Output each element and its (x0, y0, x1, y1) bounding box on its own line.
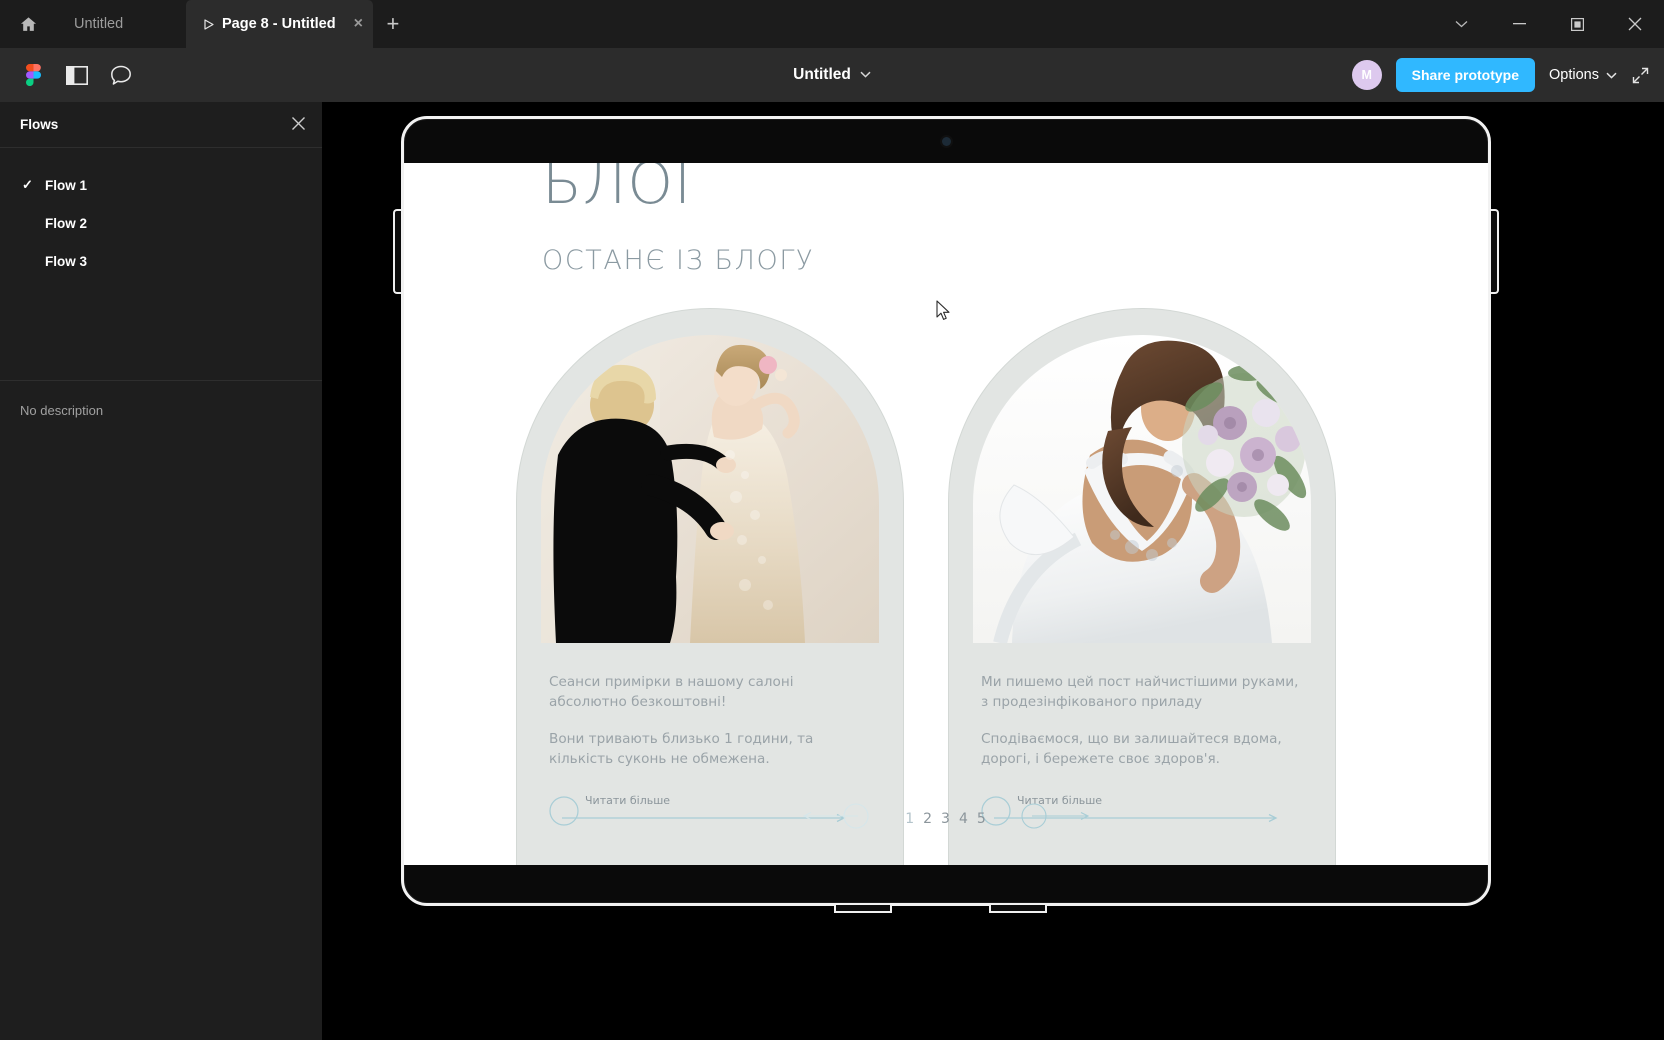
fullscreen-button[interactable] (1631, 66, 1650, 85)
chevron-down-icon (1455, 21, 1467, 28)
figma-logo-button[interactable] (14, 56, 52, 94)
flows-sidebar-header: Flows (0, 102, 322, 148)
comment-icon (111, 65, 131, 85)
prototype-canvas[interactable]: БЛОГ ОСТАНЄ ІЗ БЛОГУ Сеанси примірки в н… (323, 102, 1664, 1040)
document-title: Untitled (793, 66, 851, 83)
window-titlebar: Untitled Page 8 - Untitled × + (0, 0, 1664, 48)
blog-card-photo (541, 335, 879, 643)
fullscreen-icon (1632, 67, 1649, 83)
flows-list: ✓ Flow 1 Flow 2 Flow 3 (0, 148, 322, 381)
blog-card-paragraph: Ми пишемо цей пост найчистішими руками, … (981, 674, 1299, 710)
maximize-icon (1570, 17, 1584, 31)
blog-card[interactable]: Ми пишемо цей пост найчистішими руками, … (948, 308, 1336, 865)
camera-icon (941, 136, 951, 146)
window-minimize-button[interactable] (1490, 0, 1548, 48)
pagination-page[interactable]: 3 (941, 811, 951, 827)
page-subtitle: ОСТАНЄ ІЗ БЛОГУ (542, 245, 815, 276)
flow-description: No description (20, 403, 104, 418)
options-label: Options (1549, 67, 1599, 83)
device-button-left (393, 209, 401, 294)
window-more-button[interactable] (1432, 0, 1490, 48)
flow-item-label: Flow 2 (45, 215, 88, 231)
document-title-chevron-down-icon[interactable] (860, 70, 871, 81)
figma-logo-icon (25, 64, 41, 86)
play-icon (204, 18, 214, 30)
prototype-screen[interactable]: БЛОГ ОСТАНЄ ІЗ БЛОГУ Сеанси примірки в н… (404, 163, 1488, 865)
comment-button[interactable] (102, 56, 140, 94)
window-maximize-button[interactable] (1548, 0, 1606, 48)
blog-card-body: Ми пишемо цей пост найчистішими руками, … (973, 643, 1311, 828)
check-icon: ✓ (22, 177, 33, 192)
app-toolbar: Untitled M Share prototype Options (0, 48, 1664, 102)
blog-card-paragraph: Вони тривають близько 1 години, та кільк… (549, 731, 814, 768)
toolbar-left-group (0, 56, 140, 94)
flows-panel-close-button[interactable] (291, 116, 306, 134)
blog-card-paragraph: Сеанси примірки в нашому салоні абсолютн… (549, 674, 794, 710)
blog-card-body: Сеанси примірки в нашому салоні абсолютн… (541, 643, 879, 828)
device-speaker-right (989, 905, 1047, 913)
prev-arrow-icon (802, 803, 869, 829)
share-prototype-button[interactable]: Share prototype (1395, 58, 1536, 92)
next-arrow-icon (1021, 803, 1090, 829)
avatar[interactable]: M (1351, 60, 1382, 90)
device-button-right (1491, 209, 1499, 294)
window-controls (1432, 0, 1664, 48)
flows-panel-title: Flows (20, 117, 59, 132)
pagination-pages: 1 2 3 4 5 (905, 811, 987, 827)
blog-card[interactable]: Сеанси примірки в нашому салоні абсолютн… (516, 308, 904, 865)
window-close-button[interactable] (1606, 0, 1664, 48)
pagination-page[interactable]: 4 (959, 811, 969, 827)
flow-item-label: Flow 3 (45, 253, 88, 269)
minimize-icon (1512, 23, 1526, 25)
blog-card-photo (973, 335, 1311, 643)
pagination-prev-button[interactable] (801, 803, 871, 834)
home-icon (20, 16, 36, 31)
pagination-page[interactable]: 2 (923, 811, 933, 827)
layers-panel-icon (66, 65, 88, 85)
tab-page-8-untitled[interactable]: Page 8 - Untitled × (186, 0, 373, 48)
close-icon (1628, 17, 1642, 31)
tab-label: Untitled (74, 16, 124, 32)
pagination-page[interactable]: 5 (977, 811, 987, 827)
tablet-device-frame: БЛОГ ОСТАНЄ ІЗ БЛОГУ Сеанси примірки в н… (393, 116, 1499, 913)
flow-item-flow-2[interactable]: Flow 2 (0, 204, 322, 242)
bride-bouquet-photo (973, 335, 1311, 643)
flow-item-flow-3[interactable]: Flow 3 (0, 242, 322, 280)
tab-label: Page 8 - Untitled (222, 16, 336, 32)
blog-card-list: Сеанси примірки в нашому салоні абсолютн… (516, 308, 1376, 865)
toolbar-right-group: M Share prototype Options (1351, 58, 1650, 92)
flow-item-flow-1[interactable]: ✓ Flow 1 (0, 166, 322, 204)
home-button[interactable] (0, 0, 56, 48)
pagination-page[interactable]: 1 (905, 811, 915, 827)
pagination-next-button[interactable] (1021, 803, 1091, 834)
chevron-down-icon (1606, 72, 1617, 79)
pagination: 1 2 3 4 5 (404, 803, 1488, 834)
layers-panel-toggle-button[interactable] (58, 56, 96, 94)
flow-item-label: Flow 1 (45, 177, 88, 193)
tab-untitled[interactable]: Untitled (56, 0, 186, 48)
tab-close-button[interactable]: × (354, 16, 363, 32)
close-icon (292, 116, 305, 130)
new-tab-button[interactable]: + (373, 0, 413, 48)
blog-card-paragraph: Сподіваємося, що ви залишайтеся вдома, д… (981, 731, 1282, 768)
bride-fitting-photo (541, 335, 879, 643)
device-speaker-left (834, 905, 892, 913)
page-title: БЛОГ (542, 163, 708, 217)
options-button[interactable]: Options (1549, 67, 1617, 83)
flows-sidebar: Flows ✓ Flow 1 Flow 2 Flow 3 No descript… (0, 102, 323, 1040)
device-bezel-top (404, 119, 1488, 163)
